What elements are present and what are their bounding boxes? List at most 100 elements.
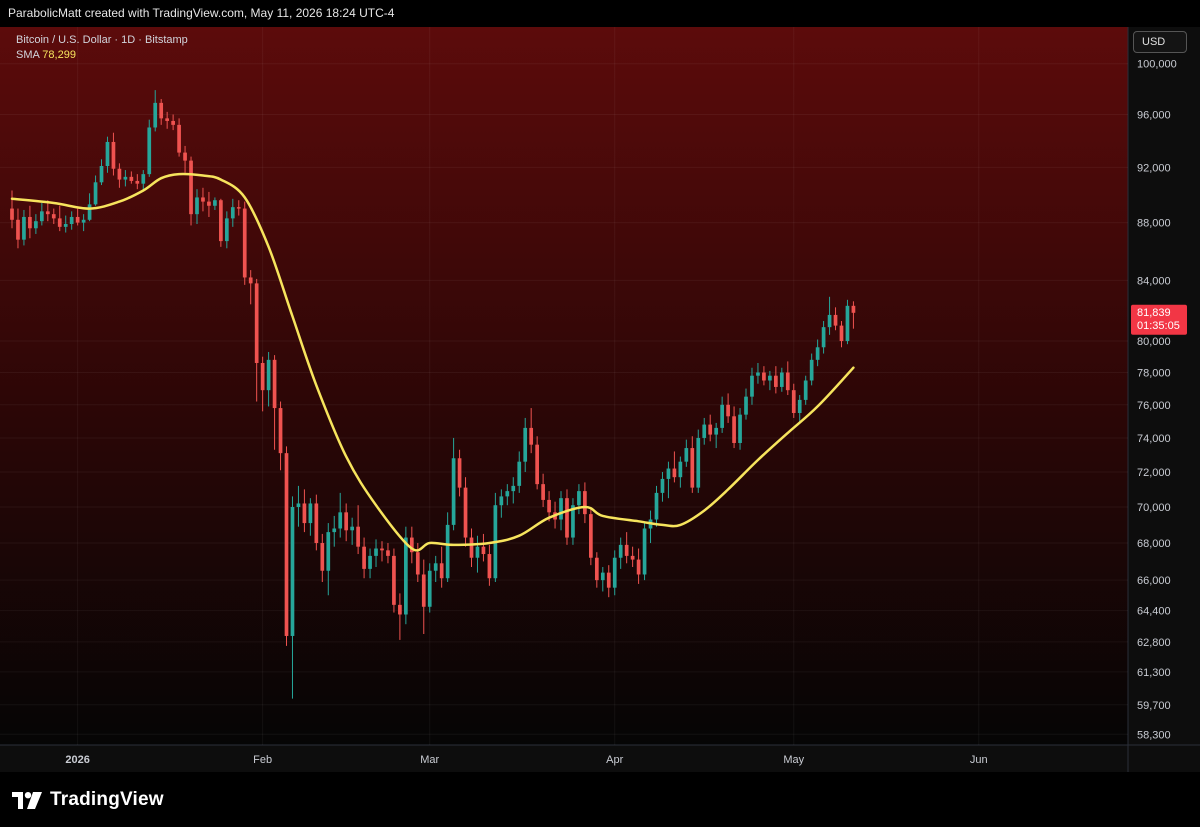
- candle-body: [481, 546, 486, 555]
- candle-body: [165, 118, 170, 121]
- candle-body: [201, 197, 205, 202]
- candle-body: [332, 528, 337, 533]
- candle-body: [600, 572, 605, 581]
- candle-body: [278, 408, 283, 454]
- candle-body: [39, 211, 44, 222]
- candle-body: [750, 375, 754, 397]
- candle-body: [583, 491, 587, 515]
- price-tick-label: 74,000: [1137, 433, 1171, 445]
- candle-body: [320, 543, 325, 571]
- candle-body: [183, 152, 187, 161]
- tradingview-logo[interactable]: TradingView: [12, 788, 164, 812]
- candle-body: [445, 524, 450, 579]
- candle: [845, 299, 850, 345]
- candle-body: [147, 127, 152, 175]
- price-tick-label: 88,000: [1137, 218, 1171, 230]
- candle-body: [815, 347, 820, 360]
- attribution-text: ParabolicMatt created with TradingView.c…: [8, 6, 395, 20]
- candle-body: [666, 468, 671, 479]
- candle-body: [726, 404, 730, 417]
- candle-body: [415, 552, 420, 575]
- sma-legend[interactable]: SMA 78,299: [16, 48, 188, 63]
- candle-body: [511, 485, 516, 492]
- candle-body: [338, 512, 343, 529]
- last-price-tag: 81,839 01:35:05: [1131, 304, 1187, 335]
- candle-body: [851, 305, 856, 313]
- candle-body: [672, 468, 677, 478]
- candle-body: [224, 218, 229, 242]
- candle-body: [439, 563, 444, 579]
- candle-body: [326, 532, 331, 571]
- candle: [392, 548, 396, 613]
- candle-body: [171, 120, 175, 125]
- candle-body: [577, 491, 581, 506]
- candle-body: [153, 102, 158, 128]
- candle-body: [565, 498, 569, 538]
- candle-body: [380, 548, 384, 551]
- symbol-title[interactable]: Bitcoin / U.S. Dollar · 1D · Bitstamp: [16, 33, 188, 48]
- candle: [284, 446, 289, 646]
- time-tick-label: Jun: [970, 754, 988, 766]
- footer-bar: TradingView: [0, 772, 1200, 827]
- candle-body: [487, 554, 492, 579]
- candle-body: [630, 555, 635, 560]
- chart-area[interactable]: 100,000 96,000 92,000 88,000 84,000 80,000 78,…: [0, 27, 1200, 772]
- candle-body: [660, 478, 665, 493]
- currency-button[interactable]: USD: [1133, 31, 1187, 53]
- candle-body: [236, 207, 241, 209]
- candle-body: [242, 208, 247, 278]
- candle-body: [499, 496, 504, 506]
- candle-body: [344, 512, 349, 531]
- candle-body: [230, 207, 235, 219]
- candle-body: [308, 503, 313, 524]
- tradingview-logo-icon: [12, 791, 42, 809]
- price-chart[interactable]: 100,000 96,000 92,000 88,000 84,000 80,000 78,…: [0, 27, 1200, 772]
- time-scale-background: [0, 745, 1200, 772]
- candle-body: [87, 204, 92, 220]
- candle-body: [350, 526, 355, 531]
- candle-body: [618, 544, 623, 558]
- time-tick-label: 2026: [65, 754, 89, 766]
- candle-body: [612, 557, 617, 588]
- time-tick-label: Feb: [253, 754, 272, 766]
- candle-body: [63, 224, 68, 227]
- candle-body: [69, 216, 74, 225]
- price-tick-label: 92,000: [1137, 162, 1171, 174]
- candle-body: [559, 498, 563, 520]
- sma-value: 78,299: [42, 49, 76, 61]
- candle-body: [505, 491, 510, 497]
- candle: [696, 429, 701, 493]
- candle-body: [433, 563, 438, 571]
- candle-body: [702, 424, 707, 438]
- price-tick-label: 59,700: [1137, 700, 1171, 712]
- candle-body: [469, 537, 474, 558]
- candle: [642, 523, 647, 581]
- price-tick-label: 72,000: [1137, 467, 1171, 479]
- candle-body: [272, 359, 277, 409]
- candle-body: [219, 200, 223, 242]
- candle-body: [290, 507, 295, 636]
- candle-body: [427, 570, 432, 607]
- candle: [242, 201, 247, 285]
- tradingview-logo-text: TradingView: [50, 789, 164, 810]
- candle-body: [594, 557, 599, 581]
- candle-body: [392, 555, 396, 605]
- candle-body: [821, 327, 826, 348]
- candle-body: [720, 404, 724, 428]
- bar-countdown: 01:35:05: [1137, 320, 1180, 332]
- candle-body: [827, 314, 832, 328]
- candle-body: [833, 314, 838, 326]
- candle-body: [845, 305, 850, 342]
- candle-body: [195, 197, 199, 215]
- time-tick-label: Mar: [420, 754, 439, 766]
- candle-body: [75, 216, 80, 223]
- candle-body: [732, 416, 736, 443]
- candle: [589, 507, 593, 566]
- price-tick-label: 68,000: [1137, 538, 1171, 550]
- candle-body: [529, 427, 534, 445]
- candle-body: [606, 572, 611, 588]
- candle-body: [398, 604, 402, 615]
- candle-body: [105, 141, 110, 167]
- candle-body: [177, 124, 181, 153]
- price-tick-label: 64,400: [1137, 606, 1171, 618]
